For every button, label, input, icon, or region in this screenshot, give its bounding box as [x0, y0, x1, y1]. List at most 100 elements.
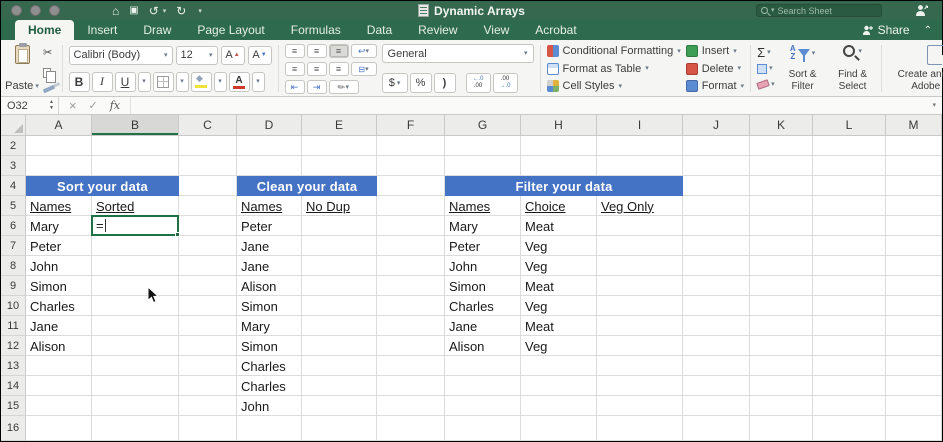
bold-button[interactable]: B: [69, 72, 90, 92]
cell-H10[interactable]: Veg: [521, 296, 597, 316]
column-header-E[interactable]: E: [302, 115, 377, 136]
number-format-select[interactable]: General▾: [382, 44, 534, 63]
align-left-button[interactable]: ≡: [285, 62, 305, 76]
cell-H12[interactable]: Veg: [521, 336, 597, 356]
cell-G8[interactable]: John: [445, 256, 521, 276]
grow-font-button[interactable]: A▲: [221, 46, 245, 65]
cell-A5[interactable]: Names: [26, 196, 92, 216]
insert-function-icon[interactable]: fx: [110, 99, 120, 112]
cell-H9[interactable]: Meat: [521, 276, 597, 296]
font-color-button[interactable]: A: [229, 72, 250, 92]
insert-cells-button[interactable]: Insert▾: [686, 45, 744, 57]
name-box[interactable]: O32: [1, 97, 45, 114]
align-top-button[interactable]: ≡: [285, 44, 305, 58]
column-header-K[interactable]: K: [750, 115, 813, 136]
cell-D11[interactable]: Mary: [237, 316, 302, 336]
cut-scissors-icon[interactable]: ✂: [43, 46, 56, 59]
cell-D7[interactable]: Jane: [237, 236, 302, 256]
row-header-7[interactable]: 7: [1, 236, 26, 256]
undo-icon[interactable]: ↺: [149, 5, 159, 17]
cell-G5[interactable]: Names: [445, 196, 521, 216]
format-as-table-button[interactable]: Format as Table▾: [547, 63, 681, 75]
sort-filter-button[interactable]: AZ ▾ Sort & Filter: [781, 44, 825, 93]
zoom-window-button[interactable]: [49, 5, 60, 16]
active-cell-B6[interactable]: =: [91, 215, 179, 236]
cell-D10[interactable]: Simon: [237, 296, 302, 316]
cell-A9[interactable]: Simon: [26, 276, 92, 296]
fill-color-button[interactable]: [191, 72, 212, 92]
cell-G12[interactable]: Alison: [445, 336, 521, 356]
row-header-15[interactable]: 15: [1, 396, 26, 416]
row-header-6[interactable]: 6: [1, 216, 26, 236]
shrink-font-button[interactable]: A▼: [248, 46, 272, 65]
cell-G10[interactable]: Charles: [445, 296, 521, 316]
cell-G9[interactable]: Simon: [445, 276, 521, 296]
cell-A8[interactable]: John: [26, 256, 92, 276]
format-cells-button[interactable]: Format▾: [686, 80, 744, 92]
tab-insert[interactable]: Insert: [74, 20, 130, 40]
column-header-A[interactable]: A: [26, 115, 92, 136]
orientation-button[interactable]: ✎▾: [329, 80, 359, 94]
banner-sort-your-data[interactable]: Sort your data: [26, 176, 179, 196]
underline-button[interactable]: U: [115, 72, 136, 92]
redo-icon[interactable]: ↻: [176, 5, 186, 17]
cell-H11[interactable]: Meat: [521, 316, 597, 336]
column-header-I[interactable]: I: [597, 115, 683, 136]
row-header-13[interactable]: 13: [1, 356, 26, 376]
collapse-ribbon-icon[interactable]: ⌃: [924, 25, 932, 36]
column-header-M[interactable]: M: [886, 115, 942, 136]
tab-acrobat[interactable]: Acrobat: [522, 20, 589, 40]
row-header-8[interactable]: 8: [1, 256, 26, 276]
home-icon[interactable]: ⌂: [112, 5, 119, 17]
share-button[interactable]: Share: [862, 23, 910, 37]
fill-button[interactable]: ▾: [757, 61, 775, 76]
select-all-corner[interactable]: [1, 115, 26, 136]
wrap-text-button[interactable]: ↩▾: [351, 44, 377, 58]
column-header-G[interactable]: G: [445, 115, 521, 136]
column-header-C[interactable]: C: [179, 115, 237, 136]
user-icon[interactable]: [915, 4, 928, 17]
create-share-adobe-pdf-button[interactable]: Create and Share Adobe PDF: [888, 44, 943, 93]
row-header-14[interactable]: 14: [1, 376, 26, 396]
paste-button[interactable]: Paste▾: [5, 44, 39, 93]
fill-color-caret-icon[interactable]: ▾: [214, 72, 227, 92]
cell-A10[interactable]: Charles: [26, 296, 92, 316]
currency-format-button[interactable]: $▾: [382, 73, 408, 93]
column-header-D[interactable]: D: [237, 115, 302, 136]
cell-I5[interactable]: Veg Only: [597, 196, 683, 216]
italic-button[interactable]: I: [92, 72, 113, 92]
increase-decimal-button[interactable]: ←.0.00: [466, 73, 491, 93]
column-header-L[interactable]: L: [813, 115, 886, 136]
row-header-3[interactable]: 3: [1, 156, 26, 176]
tab-data[interactable]: Data: [354, 20, 405, 40]
cell-D6[interactable]: Peter: [237, 216, 302, 236]
row-header-9[interactable]: 9: [1, 276, 26, 296]
cell-G11[interactable]: Jane: [445, 316, 521, 336]
cell-B5[interactable]: Sorted: [92, 196, 179, 216]
cell-D14[interactable]: Charles: [237, 376, 302, 396]
cell-A11[interactable]: Jane: [26, 316, 92, 336]
autosum-button[interactable]: Σ▾: [757, 45, 775, 60]
align-right-button[interactable]: ≡: [329, 62, 349, 76]
clear-button[interactable]: ▾: [757, 77, 775, 92]
cell-A12[interactable]: Alison: [26, 336, 92, 356]
cell-H6[interactable]: Meat: [521, 216, 597, 236]
font-family-select[interactable]: Calibri (Body)▾: [69, 46, 173, 65]
align-center-button[interactable]: ≡: [307, 62, 327, 76]
save-icon[interactable]: ▣: [129, 6, 138, 16]
row-header-4[interactable]: 4: [1, 176, 26, 196]
cell-H8[interactable]: Veg: [521, 256, 597, 276]
column-header-J[interactable]: J: [683, 115, 750, 136]
banner-filter-your-data[interactable]: Filter your data: [445, 176, 683, 196]
increase-indent-button[interactable]: ⇥: [307, 80, 327, 94]
fill-handle[interactable]: [175, 232, 180, 237]
tab-page-layout[interactable]: Page Layout: [184, 20, 277, 40]
row-header-11[interactable]: 11: [1, 316, 26, 336]
conditional-formatting-button[interactable]: Conditional Formatting▾: [547, 45, 681, 57]
name-box-stepper[interactable]: ▲▼: [45, 97, 59, 114]
underline-caret-icon[interactable]: ▾: [138, 72, 151, 92]
delete-cells-button[interactable]: Delete▾: [686, 63, 744, 75]
borders-button[interactable]: [153, 72, 174, 92]
cell-H7[interactable]: Veg: [521, 236, 597, 256]
formula-input[interactable]: [130, 97, 932, 114]
